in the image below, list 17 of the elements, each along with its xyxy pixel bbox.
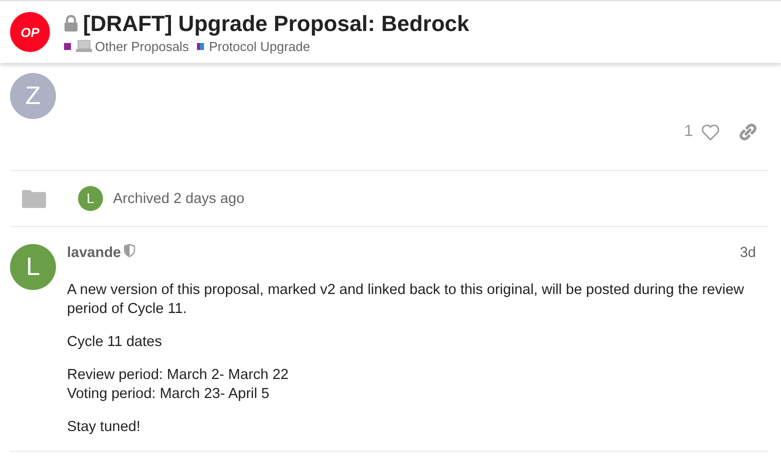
- folder-icon: [22, 190, 46, 208]
- username[interactable]: lavande: [67, 244, 121, 260]
- category-link[interactable]: Other Proposals: [95, 38, 189, 54]
- link-icon[interactable]: [738, 122, 758, 142]
- post-date[interactable]: 3d: [740, 244, 756, 260]
- archived-notice: Archived 2 days ago: [113, 190, 244, 206]
- topic-title: [DRAFT] Upgrade Proposal: Bedrock: [83, 10, 470, 36]
- user-avatar[interactable]: L: [10, 244, 56, 290]
- post-paragraph: Review period: March 2- March 22 Voting period: March 23- April 5: [67, 366, 290, 404]
- category-link[interactable]: Protocol Upgrade: [208, 38, 310, 54]
- like-count: 1: [684, 123, 693, 141]
- post-paragraph: Cycle 11 dates: [67, 333, 163, 352]
- logo[interactable]: OP: [10, 12, 50, 52]
- heart-icon[interactable]: [701, 124, 720, 140]
- post-paragraph: Stay tuned!: [67, 418, 142, 437]
- user-avatar[interactable]: L: [78, 186, 103, 211]
- post-paragraph: A new version of this proposal, marked v2 and linked back to this original, will be posted during the review period of Cycle 11.: [67, 281, 746, 319]
